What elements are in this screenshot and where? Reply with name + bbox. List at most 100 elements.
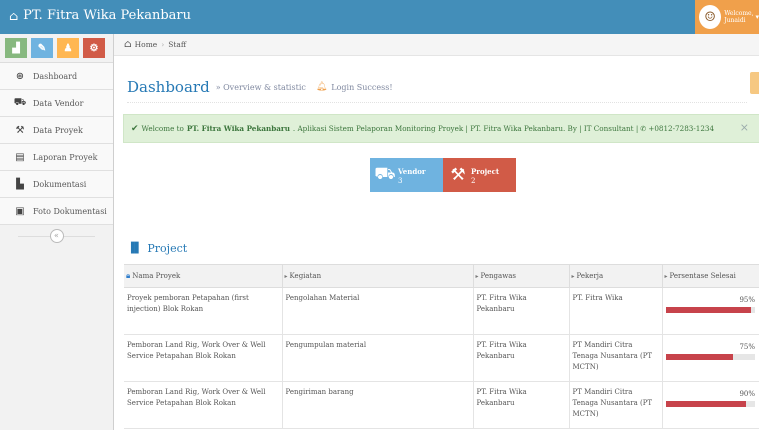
- breadcrumb-home[interactable]: Home: [135, 40, 158, 49]
- breadcrumb: ⌂ Home › Staff: [114, 34, 759, 56]
- cell-persentase: 95%: [661, 287, 759, 335]
- sidebar-item-label: Dashboard: [33, 71, 78, 81]
- vendor-stat-value: 3: [398, 176, 403, 185]
- settings-toggle-button[interactable]: [750, 72, 759, 94]
- project-title: Project: [147, 242, 188, 255]
- project-section-title: ▐▌ Project: [127, 242, 187, 255]
- sidebar-item-data-proyek[interactable]: ⚒ Data Proyek: [0, 117, 113, 144]
- cogs-icon: ⚙: [89, 42, 99, 54]
- shortcut-button-signal[interactable]: ▟: [5, 38, 27, 58]
- table-row: Proyek pemboran Petapahan (first injecti…: [124, 287, 759, 335]
- login-notice: Login Success!: [331, 82, 393, 92]
- caret-down-icon: ▾: [755, 13, 759, 21]
- column-header-persentase[interactable]: ▸ Persentase Selesai: [661, 264, 759, 288]
- table-header-row: 🔒︎ Nama Proyek ▸ Kegiatan ▸ Pengawas ▸ Peker…: [124, 264, 759, 288]
- dashboard-icon: ⊛: [15, 70, 25, 82]
- project-stat-box[interactable]: ⚒ Project 2: [443, 158, 516, 192]
- laptop-icon: ⌂: [9, 8, 19, 23]
- sidebar-item-label: Data Vendor: [33, 98, 84, 108]
- alert-prefix: Welcome to: [141, 124, 184, 133]
- sidebar-item-label: Laporan Proyek: [33, 152, 98, 162]
- cell-kegiatan: Pengiriman barang: [281, 381, 473, 429]
- cell-persentase: 90%: [661, 381, 759, 429]
- cell-pekerja: PT. Fitra Wika: [568, 287, 662, 335]
- shortcut-button-users[interactable]: ♟: [57, 38, 79, 58]
- close-icon[interactable]: ×: [740, 121, 749, 134]
- book-icon: ▤: [15, 151, 25, 163]
- welcome-alert: ✔ Welcome to PT. Fitra Wika Pekanbaru . …: [123, 114, 759, 143]
- truck-icon: ⛟: [374, 164, 396, 184]
- cell-kegiatan: Pengumpulan material: [281, 334, 473, 382]
- bell-icon: 🔔︎: [315, 82, 328, 92]
- avatar: ☺: [699, 5, 722, 29]
- progress-bar: [665, 401, 755, 407]
- breadcrumb-current: Staff: [168, 40, 187, 49]
- shortcut-button-pencil[interactable]: ✎: [31, 38, 53, 58]
- lock-icon: 🔒︎: [126, 271, 131, 280]
- pencil-icon: ✎: [37, 42, 47, 54]
- picture-icon: ▣: [15, 205, 25, 217]
- alert-phone: +0812-7283-1234: [648, 124, 715, 133]
- progress-percent: 75%: [739, 343, 755, 351]
- cell-pekerja: PT Mandiri Citra Tenaga Nusantara (PT MC…: [568, 381, 662, 429]
- sidebar-nav: ⊛ Dashboard ⛟ Data Vendor ⚒ Data Proyek ▤ Lapor…: [0, 63, 113, 225]
- double-angle-left-icon: «: [49, 229, 64, 243]
- sidebar-item-dashboard[interactable]: ⊛ Dashboard: [0, 63, 113, 90]
- user-menu[interactable]: ☺ Welcome, Junaidi ▾: [695, 0, 759, 34]
- column-header-nama[interactable]: 🔒︎ Nama Proyek: [124, 264, 282, 288]
- user-greeting: Welcome,: [724, 10, 754, 17]
- user-name: Junaidi: [724, 17, 746, 24]
- progress-percent: 90%: [739, 390, 755, 398]
- hammer-icon: ⚒: [15, 124, 25, 136]
- breadcrumb-separator: ›: [161, 40, 165, 49]
- cell-nama: Proyek pemboran Petapahan (first injecti…: [124, 287, 282, 335]
- column-header-kegiatan[interactable]: ▸ Kegiatan: [281, 264, 473, 288]
- cell-kegiatan: Pengolahan Material: [281, 287, 473, 335]
- home-icon[interactable]: ⌂: [124, 39, 132, 50]
- signal-icon: ▟: [12, 42, 20, 54]
- caret-right-icon: ▸: [284, 273, 288, 280]
- cell-pekerja: PT Mandiri Citra Tenaga Nusantara (PT MC…: [568, 334, 662, 382]
- progress-bar-fill: [665, 307, 751, 313]
- vendor-stat-label: Vendor: [398, 166, 426, 176]
- cell-nama: Pemboran Land Rig, Work Over & Well Serv…: [124, 334, 282, 382]
- column-header-pekerja[interactable]: ▸ Pekerja: [568, 264, 662, 288]
- table-row: Pemboran Land Rig, Work Over & Well Serv…: [124, 334, 759, 382]
- caret-right-icon: ▸: [571, 273, 575, 280]
- cell-nama: Pemboran Land Rig, Work Over & Well Serv…: [124, 381, 282, 429]
- progress-bar-fill: [665, 354, 733, 360]
- project-stat-label: Project: [471, 166, 500, 176]
- page-header: Dashboard » Overview & statistic 🔔︎ Logi…: [127, 72, 747, 103]
- cell-pengawas: PT. Fitra Wika Pekanbaru: [472, 381, 569, 429]
- shortcut-button-cogs[interactable]: ⚙: [83, 38, 105, 58]
- brand[interactable]: ⌂ PT. Fitra Wika Pekanbaru: [9, 8, 191, 23]
- column-header-pengawas[interactable]: ▸ Pengawas: [472, 264, 569, 288]
- sidebar-item-label: Data Proyek: [33, 125, 83, 135]
- hammer-icon: ⚒: [450, 165, 466, 185]
- page-subtitle: » Overview & statistic: [215, 82, 306, 92]
- sidebar-collapse-toggle[interactable]: «: [0, 225, 113, 247]
- sidebar: ▟ ✎ ♟ ⚙ ⊛ Dashboard ⛟ Data Vendor ⚒ Data Proyek ▤…: [0, 34, 114, 430]
- sidebar-item-label: Dokumentasi: [33, 179, 87, 189]
- progress-bar: [665, 307, 755, 313]
- caret-right-icon: ▸: [664, 273, 668, 280]
- progress-bar: [665, 354, 755, 360]
- project-table: 🔒︎ Nama Proyek ▸ Kegiatan ▸ Pengawas ▸ Peker…: [124, 264, 759, 429]
- top-navbar: ⌂ PT. Fitra Wika Pekanbaru ☺ Welcome, Ju…: [0, 0, 759, 34]
- truck-icon: ⛟: [13, 96, 27, 108]
- vendor-stat-box[interactable]: ⛟ Vendor 3: [370, 158, 443, 192]
- alert-company: PT. Fitra Wika Pekanbaru: [186, 124, 290, 133]
- cell-persentase: 75%: [661, 334, 759, 382]
- sidebar-item-dokumentasi[interactable]: ▙ Dokumentasi: [0, 171, 113, 198]
- bar-chart-icon: ▐▌: [127, 243, 143, 254]
- sidebar-item-laporan-proyek[interactable]: ▤ Laporan Proyek: [0, 144, 113, 171]
- progress-percent: 95%: [739, 296, 755, 304]
- caret-right-icon: ▸: [475, 273, 479, 280]
- cell-pengawas: PT. Fitra Wika Pekanbaru: [472, 334, 569, 382]
- sidebar-item-label: Foto Dokumentasi: [33, 206, 107, 216]
- sidebar-item-foto-dokumentasi[interactable]: ▣ Foto Dokumentasi: [0, 198, 113, 225]
- table-row: Pemboran Land Rig, Work Over & Well Serv…: [124, 381, 759, 429]
- check-icon: ✔: [131, 123, 139, 134]
- sidebar-item-data-vendor[interactable]: ⛟ Data Vendor: [0, 90, 113, 117]
- users-icon: ♟: [63, 42, 73, 54]
